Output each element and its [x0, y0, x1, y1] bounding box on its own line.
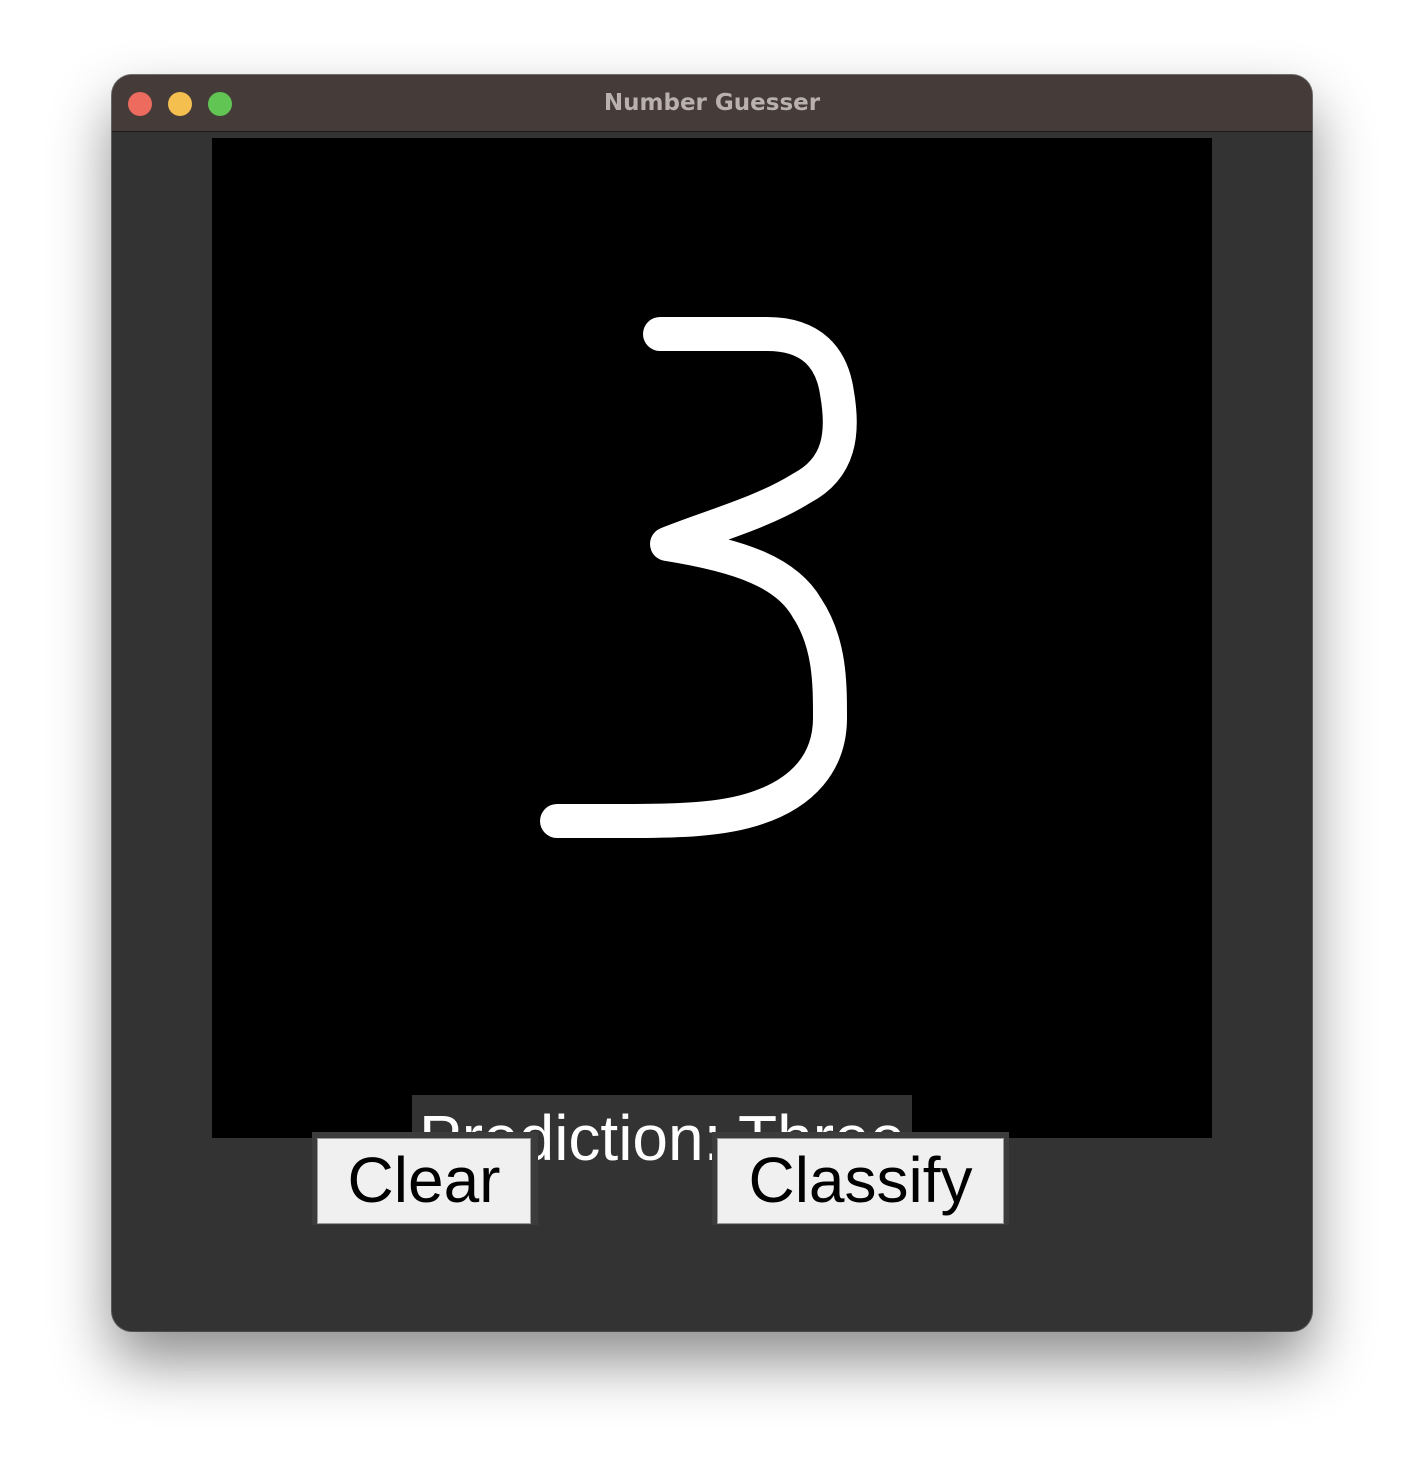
clear-button-frame: Clear — [312, 1132, 538, 1225]
clear-button[interactable]: Clear — [317, 1138, 531, 1224]
classify-button-frame: Classify — [712, 1132, 1009, 1225]
app-window: Number Guesser Prediction: Three Clear C… — [112, 75, 1312, 1331]
digit-stroke — [540, 317, 857, 838]
drawn-stroke — [540, 317, 857, 838]
classify-button[interactable]: Classify — [717, 1138, 1004, 1224]
window-title: Number Guesser — [603, 90, 821, 116]
drawing-canvas[interactable]: Prediction: Three — [212, 138, 1212, 1181]
title-bar[interactable]: Number Guesser — [112, 75, 1312, 132]
desktop: Number Guesser Prediction: Three Clear C… — [0, 0, 1424, 1480]
